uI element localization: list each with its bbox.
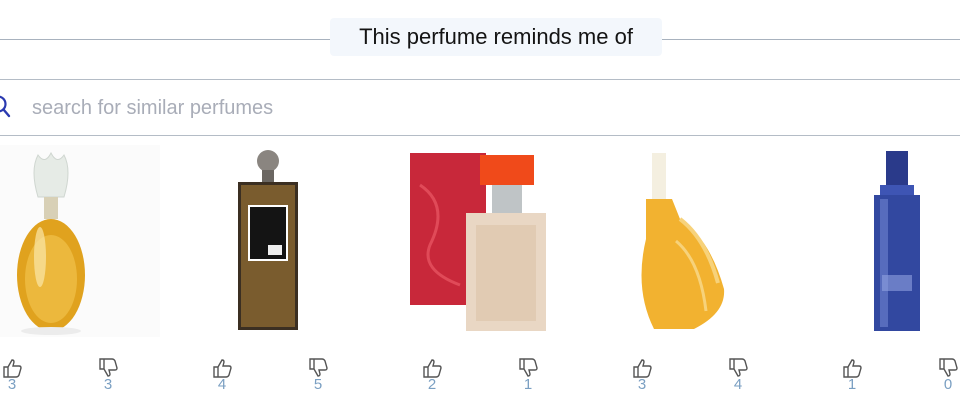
perfume-card[interactable]: 2 1 <box>380 145 580 407</box>
perfume-bottle-image[interactable] <box>380 145 580 337</box>
perfume-card[interactable]: 3 3 <box>0 145 160 407</box>
upvote-count: 1 <box>847 376 857 393</box>
perfume-bottle-image[interactable] <box>0 145 160 337</box>
downvote-button[interactable]: 3 <box>94 357 122 405</box>
downvote-count: 3 <box>103 376 113 393</box>
upvote-count: 2 <box>427 376 437 393</box>
upvote-button[interactable]: 1 <box>838 357 866 405</box>
perfume-card[interactable]: 1 0 <box>800 145 960 407</box>
perfume-bottle-image[interactable] <box>170 145 370 337</box>
upvote-count: 3 <box>7 376 17 393</box>
downvote-count: 1 <box>523 376 533 393</box>
upvote-button[interactable]: 3 <box>628 357 656 405</box>
title-divider-right <box>662 39 960 40</box>
perfume-bottle-image[interactable] <box>590 145 790 337</box>
downvote-button[interactable]: 0 <box>934 357 960 405</box>
downvote-count: 0 <box>943 376 953 393</box>
downvote-button[interactable]: 4 <box>724 357 752 405</box>
downvote-button[interactable]: 1 <box>514 357 542 405</box>
downvote-count: 5 <box>313 376 323 393</box>
upvote-button[interactable]: 3 <box>0 357 26 405</box>
downvote-button[interactable]: 5 <box>304 357 332 405</box>
similar-perfume-search-input[interactable] <box>30 92 934 124</box>
downvote-count: 4 <box>733 376 743 393</box>
search-bar <box>0 79 960 136</box>
title-divider-left <box>0 39 330 40</box>
section-title-row: This perfume reminds me of <box>0 0 960 76</box>
upvote-count: 3 <box>637 376 647 393</box>
upvote-count: 4 <box>217 376 227 393</box>
perfume-card[interactable]: 4 5 <box>170 145 370 407</box>
upvote-button[interactable]: 2 <box>418 357 446 405</box>
search-icon[interactable] <box>0 94 12 120</box>
perfume-bottle-image[interactable] <box>800 145 960 337</box>
perfume-card[interactable]: 3 4 <box>590 145 790 407</box>
section-title: This perfume reminds me of <box>330 18 662 56</box>
upvote-button[interactable]: 4 <box>208 357 236 405</box>
